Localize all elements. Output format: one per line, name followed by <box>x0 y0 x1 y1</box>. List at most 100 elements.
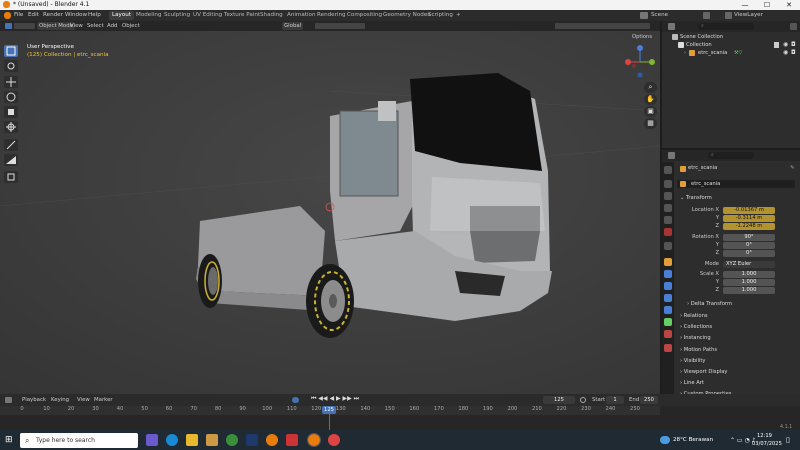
scale-z-field[interactable]: 1.000 <box>723 287 775 294</box>
modifiers-tab-icon[interactable] <box>664 270 672 278</box>
edge-icon[interactable] <box>166 434 178 446</box>
scale-x-field[interactable]: 1.000 <box>723 271 775 278</box>
taskbar-search-input[interactable]: Type here to search <box>20 433 138 448</box>
workspace-tab-scripting[interactable]: Scripting <box>425 11 456 20</box>
scene-name[interactable]: Scene <box>651 12 668 18</box>
current-frame-field[interactable]: 125 <box>543 396 575 404</box>
notification-icon[interactable]: ▯ <box>786 436 790 444</box>
data-tab-icon[interactable] <box>664 318 672 326</box>
playback-controls[interactable]: ⏮ ◀◀ ◀ ▶ ▶▶ ⏭ <box>311 395 359 403</box>
select-box-tool[interactable] <box>4 45 18 57</box>
close-button[interactable]: ✕ <box>778 0 800 10</box>
add-cube-tool[interactable] <box>4 171 18 183</box>
annotate-tool[interactable] <box>4 139 18 151</box>
menu-window[interactable]: Window <box>65 12 87 18</box>
render-tab-icon[interactable] <box>664 180 672 188</box>
filter-icon[interactable] <box>790 23 797 30</box>
location-y-field[interactable]: -0.3114 m <box>723 215 775 222</box>
minimize-button[interactable]: — <box>734 0 756 10</box>
texture-tab-icon[interactable] <box>664 344 672 352</box>
scene-tab-icon[interactable] <box>664 216 672 224</box>
clock-time[interactable]: 12:19 <box>757 433 772 439</box>
preview-range-icon[interactable] <box>580 397 586 403</box>
blender-taskbar-icon[interactable] <box>266 434 278 446</box>
rotate-tool[interactable] <box>4 91 18 103</box>
menu-object[interactable]: Object <box>120 22 142 30</box>
menu-file[interactable]: File <box>14 12 23 18</box>
transform-tool[interactable] <box>4 121 18 133</box>
maximize-button[interactable]: ☐ <box>756 0 778 10</box>
object-visibility-eye-icon[interactable]: ◉ <box>783 49 788 57</box>
viewport-display-section[interactable]: › Viewport Display <box>680 369 727 375</box>
end-frame-field[interactable]: 250 <box>640 396 658 404</box>
menu-timeline-view[interactable]: View <box>75 396 92 404</box>
chrome-icon[interactable] <box>226 434 238 446</box>
transform-section-header[interactable]: ⌄ Transform <box>680 195 712 201</box>
snapping-tools-icons[interactable] <box>315 23 365 29</box>
view-layer-name[interactable]: ViewLayer <box>734 12 763 18</box>
menu-view[interactable]: View <box>68 22 85 30</box>
cursor-tool[interactable] <box>4 60 18 72</box>
location-z-field[interactable]: -1.2248 m <box>723 223 775 230</box>
photoshop-icon[interactable] <box>246 434 258 446</box>
render-camera-icon[interactable]: ◘ <box>791 41 796 49</box>
scale-y-field[interactable]: 1.000 <box>723 279 775 286</box>
rotation-x-field[interactable]: 90° <box>723 234 775 241</box>
exclude-checkbox[interactable] <box>774 42 779 48</box>
workspace-tab-shading[interactable]: Shading <box>257 11 286 20</box>
menu-select[interactable]: Select <box>85 22 106 30</box>
properties-editor-icon[interactable] <box>668 152 675 159</box>
output-tab-icon[interactable] <box>664 192 672 200</box>
workspace-tab-uv-editing[interactable]: UV Editing <box>190 11 225 20</box>
physics-tab-icon[interactable] <box>664 294 672 302</box>
collection-tab-icon[interactable] <box>664 242 672 250</box>
file-explorer-icon[interactable] <box>186 434 198 446</box>
start-frame-field[interactable]: 1 <box>606 396 624 404</box>
object-name-field[interactable]: etrc_scania <box>677 180 795 188</box>
pin-icon[interactable]: ✎ <box>790 165 794 171</box>
scene-browse-icon[interactable] <box>703 12 710 19</box>
move-tool[interactable] <box>4 76 18 88</box>
measure-tool[interactable] <box>4 154 18 166</box>
navigation-gizmo[interactable] <box>622 42 658 86</box>
windows-start-icon[interactable]: ⊞ <box>5 435 15 445</box>
collections-section[interactable]: › Collections <box>680 324 712 330</box>
delta-transform-section[interactable]: › Delta Transform <box>687 301 732 307</box>
menu-render[interactable]: Render <box>43 12 63 18</box>
weather-text[interactable]: 28°C Berawan <box>673 437 713 443</box>
outliner-search-input[interactable]: ⌕ <box>698 23 754 30</box>
editor-type-icon[interactable] <box>5 23 12 29</box>
world-tab-icon[interactable] <box>664 228 672 236</box>
pan-hand-icon[interactable]: ✋ <box>644 94 657 105</box>
chrome-2-icon[interactable] <box>328 434 340 446</box>
expand-arrow-icon[interactable]: › <box>684 49 686 57</box>
playhead-indicator[interactable]: 125 <box>322 406 336 414</box>
menu-edit[interactable]: Edit <box>28 12 39 18</box>
outliner-editor-icon[interactable] <box>668 23 675 30</box>
object-tab-icon[interactable] <box>664 258 672 266</box>
overlay-shading-icons[interactable] <box>555 23 650 29</box>
visibility-eye-icon[interactable]: ◉ <box>783 41 788 49</box>
workspace-tab-sculpting[interactable]: Sculpting <box>161 11 193 20</box>
properties-search-input[interactable]: ⌕ <box>708 152 754 159</box>
rotation-y-field[interactable]: 0° <box>723 242 775 249</box>
outliner-scene-collection[interactable]: Scene Collection <box>662 33 800 41</box>
workspace-tab-layout[interactable]: Layout <box>109 11 135 20</box>
view-layer-tab-icon[interactable] <box>664 204 672 212</box>
menu-add[interactable]: Add <box>105 22 119 30</box>
timeline-editor-icon[interactable] <box>5 397 12 403</box>
outliner-collection[interactable]: Collection ◉ ◘ <box>662 41 800 49</box>
outliner-object[interactable]: › etrc_scania ⚒▽ ◉ ◘ <box>662 49 800 57</box>
blender-menu-icon[interactable] <box>4 12 11 19</box>
workspace-tab-modeling[interactable]: Modeling <box>133 11 164 20</box>
rotation-z-field[interactable]: 0° <box>723 250 775 257</box>
add-workspace-button[interactable]: + <box>453 11 464 20</box>
relations-section[interactable]: › Relations <box>680 313 708 319</box>
location-x-field[interactable]: -0.01367 m <box>723 207 775 214</box>
select-mode-icons[interactable] <box>14 23 35 29</box>
ortho-grid-icon[interactable]: ▦ <box>644 118 657 129</box>
copilot-icon[interactable] <box>146 434 158 446</box>
object-render-camera-icon[interactable]: ◘ <box>791 49 796 57</box>
zoom-icon[interactable]: ⌕ <box>644 82 657 93</box>
instancing-section[interactable]: › Instancing <box>680 335 711 341</box>
